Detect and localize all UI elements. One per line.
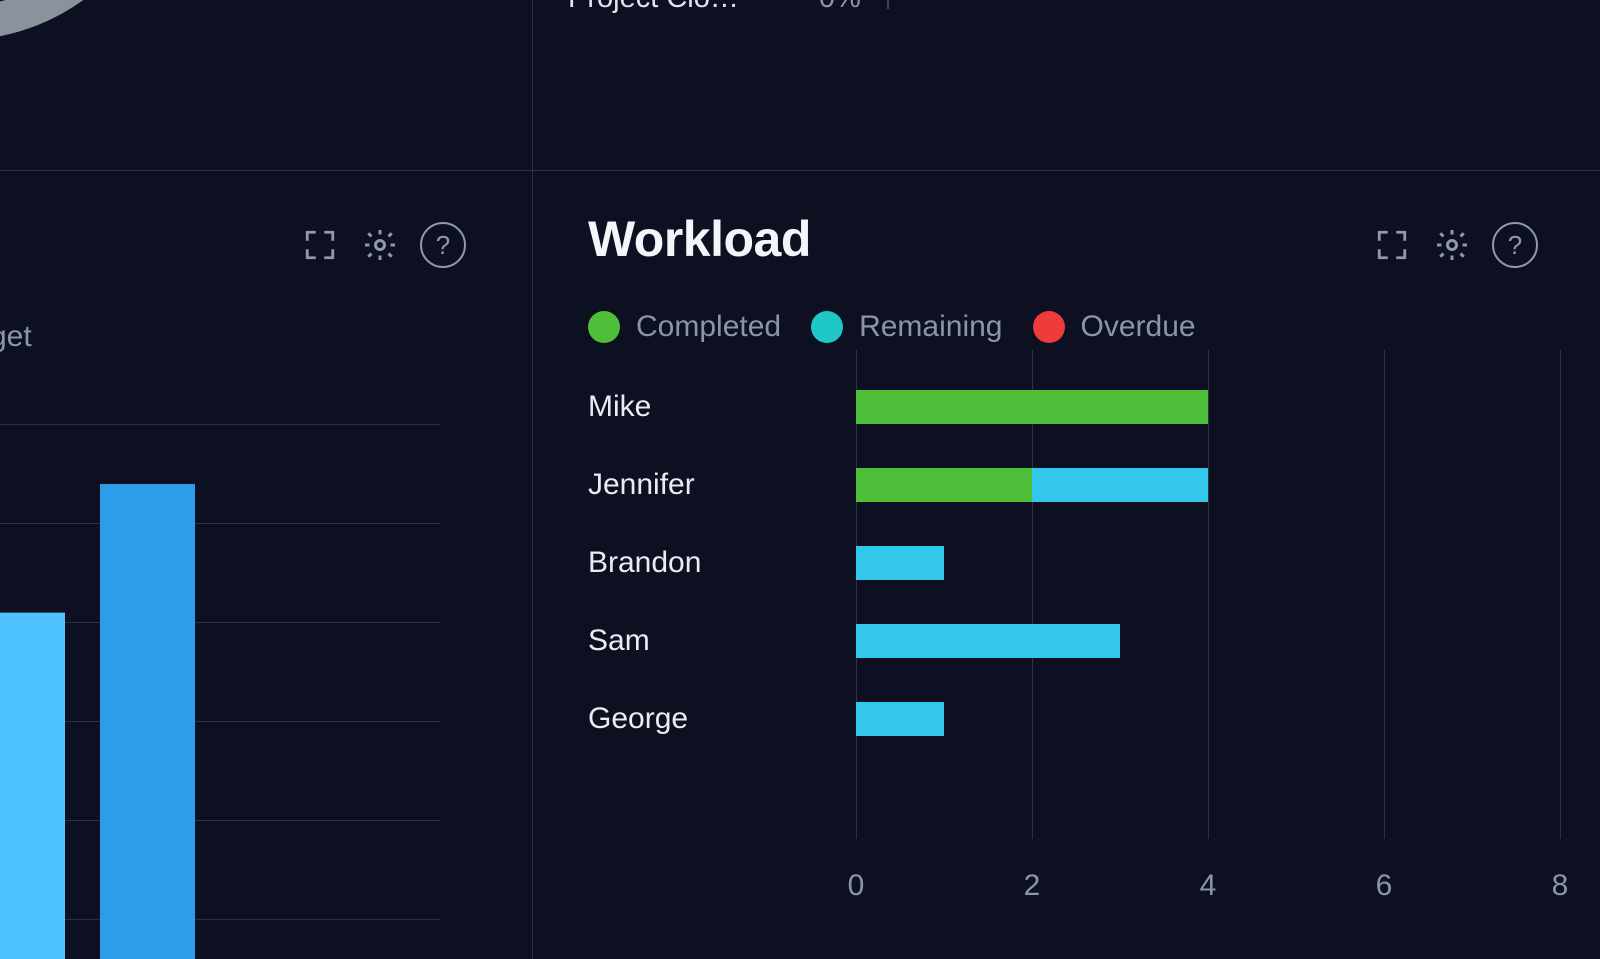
project-row-fragment: Project Clo… 0% xyxy=(568,0,889,15)
x-tick: 6 xyxy=(1376,869,1393,903)
workload-bar-segment-completed xyxy=(856,468,1032,502)
left-axis-label-fragment: get xyxy=(0,320,32,354)
workload-bar-segment-completed xyxy=(856,390,1208,424)
workload-x-axis: 02468 xyxy=(856,869,1560,919)
project-name: Project Clo… xyxy=(568,0,739,15)
workload-bar-segment-remaining xyxy=(856,624,1120,658)
left-bar-chart xyxy=(0,385,440,959)
workload-bar-track xyxy=(856,624,1560,658)
workload-row: Mike xyxy=(588,368,1560,446)
legend-item-remaining[interactable]: Remaining xyxy=(811,310,1002,344)
legend-dot-completed xyxy=(588,311,620,343)
legend: Completed Remaining Overdue xyxy=(588,310,1600,344)
bar xyxy=(0,613,65,959)
legend-item-overdue[interactable]: Overdue xyxy=(1033,310,1196,344)
workload-row: Brandon xyxy=(588,524,1560,602)
workload-bar-track xyxy=(856,468,1560,502)
workload-person-name: George xyxy=(588,702,856,736)
legend-label: Remaining xyxy=(859,310,1002,344)
left-panel: get xyxy=(0,170,532,959)
legend-dot-remaining xyxy=(811,311,843,343)
legend-label: Overdue xyxy=(1081,310,1196,344)
workload-person-name: Jennifer xyxy=(588,468,856,502)
progress-arc-fragment xyxy=(0,0,170,40)
workload-bar-track xyxy=(856,390,1560,424)
x-tick: 0 xyxy=(848,869,865,903)
x-tick: 8 xyxy=(1552,869,1569,903)
panel-title: Workload xyxy=(588,210,1600,268)
x-tick: 4 xyxy=(1200,869,1217,903)
workload-bar-track xyxy=(856,546,1560,580)
workload-bar-track xyxy=(856,702,1560,736)
workload-panel: Workload Completed Remaining Overdue Mik… xyxy=(532,170,1600,959)
mini-bar xyxy=(887,0,889,9)
workload-bar-segment-remaining xyxy=(856,546,944,580)
workload-person-name: Mike xyxy=(588,390,856,424)
legend-item-completed[interactable]: Completed xyxy=(588,310,781,344)
workload-row: George xyxy=(588,680,1560,758)
workload-bar-segment-remaining xyxy=(1032,468,1208,502)
bar xyxy=(100,484,195,959)
workload-chart: MikeJenniferBrandonSamGeorge 02468 xyxy=(588,368,1560,919)
legend-dot-overdue xyxy=(1033,311,1065,343)
workload-row: Sam xyxy=(588,602,1560,680)
gridline xyxy=(1560,350,1561,839)
workload-bar-segment-remaining xyxy=(856,702,944,736)
x-tick: 2 xyxy=(1024,869,1041,903)
legend-label: Completed xyxy=(636,310,781,344)
workload-person-name: Brandon xyxy=(588,546,856,580)
workload-person-name: Sam xyxy=(588,624,856,658)
workload-row: Jennifer xyxy=(588,446,1560,524)
project-percent: 0% xyxy=(819,0,861,14)
